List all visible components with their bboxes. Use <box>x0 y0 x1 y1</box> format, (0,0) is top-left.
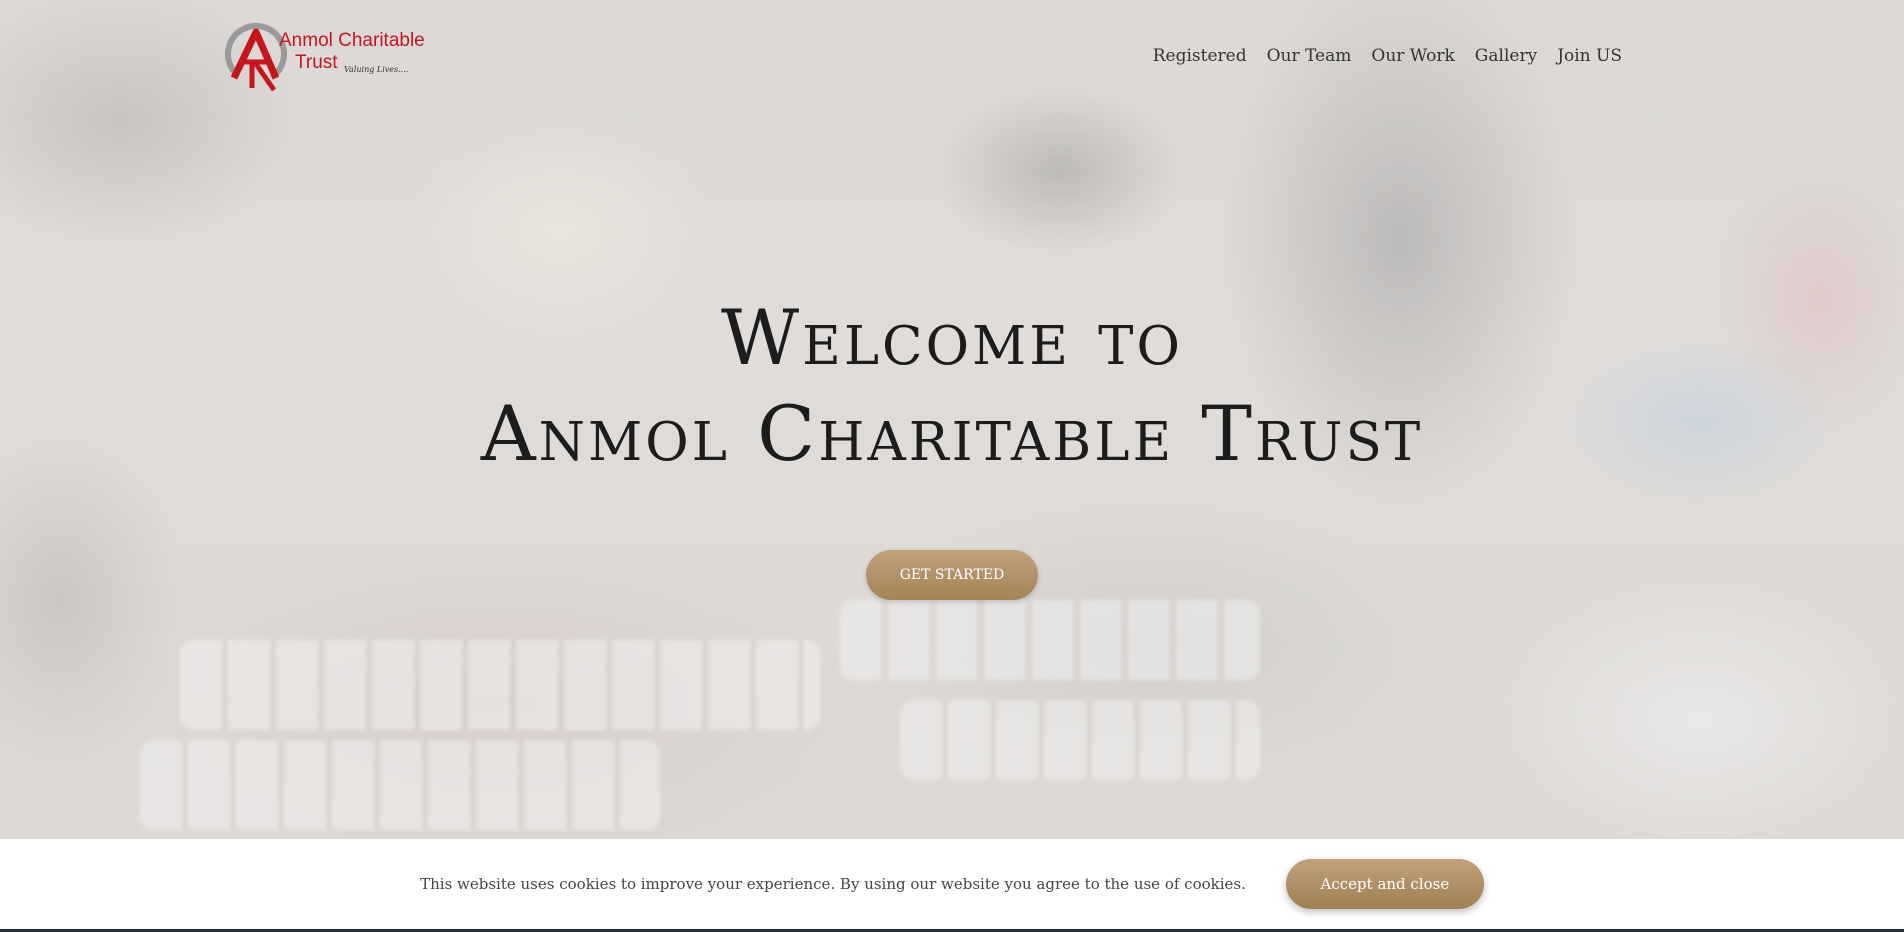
cookie-consent-bar: This website uses cookies to improve you… <box>0 839 1904 929</box>
nav-item-our-work[interactable]: Our Work <box>1371 46 1454 66</box>
nav-item-gallery[interactable]: Gallery <box>1475 46 1537 66</box>
brand-name: Anmol Charitable <box>279 30 425 51</box>
get-started-button[interactable]: GET STARTED <box>866 550 1038 600</box>
brand-logo[interactable]: Anmol Charitable Trust Valuing Lives.... <box>222 18 425 98</box>
nav-item-registered[interactable]: Registered <box>1153 46 1247 66</box>
hero-title-line2: Anmol Charitable Trust <box>480 389 1424 478</box>
nav-item-join-us[interactable]: Join US <box>1557 46 1622 66</box>
brand-tagline: Valuing Lives.... <box>344 65 409 74</box>
hero-title: Welcome to Anmol Charitable Trust <box>0 290 1904 482</box>
nav-item-our-team[interactable]: Our Team <box>1267 46 1352 66</box>
site-header: Anmol Charitable Trust Valuing Lives....… <box>0 0 1904 110</box>
cookie-message: This website uses cookies to improve you… <box>420 875 1246 893</box>
hero-section: Welcome to Anmol Charitable Trust GET ST… <box>0 290 1904 600</box>
hero-title-line1: Welcome to <box>721 293 1183 382</box>
brand-name-line2: Trust <box>295 52 338 73</box>
accept-cookies-button[interactable]: Accept and close <box>1285 859 1484 909</box>
main-nav: Registered Our Team Our Work Gallery Joi… <box>1153 46 1622 66</box>
